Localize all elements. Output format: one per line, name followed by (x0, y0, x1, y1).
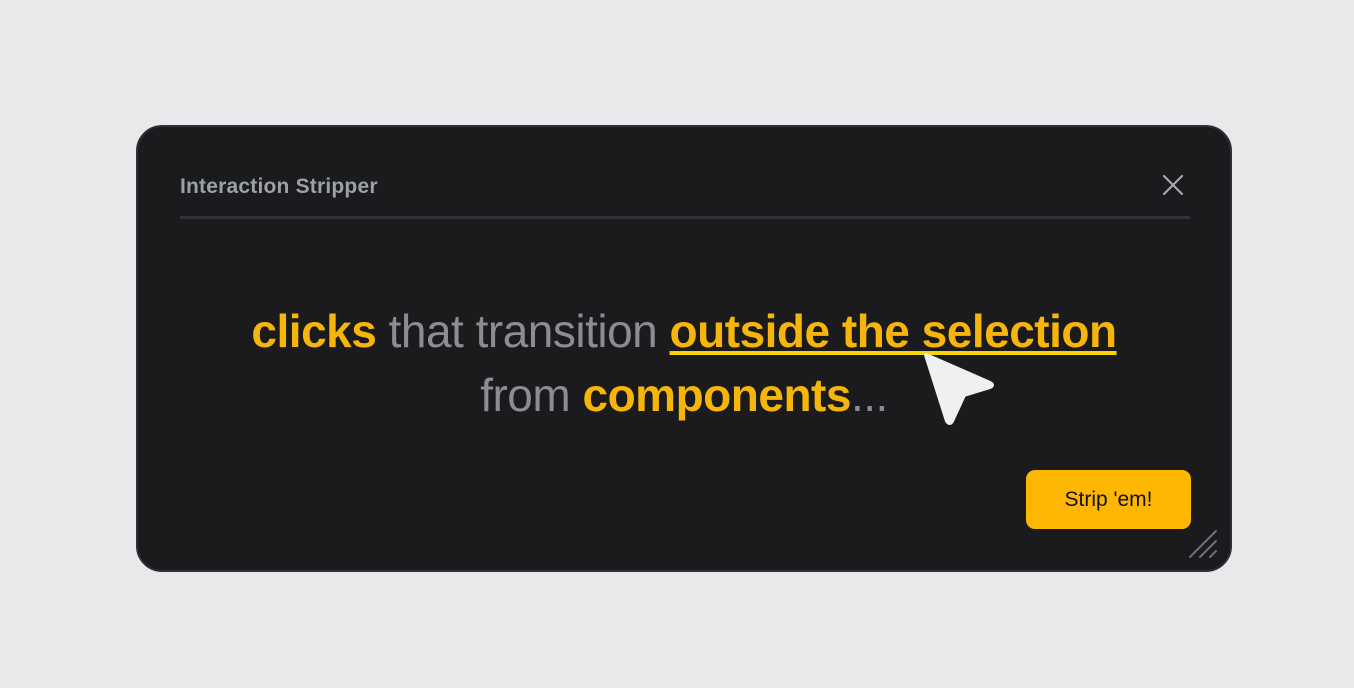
headline-phrase-outside-selection: outside the selection (669, 305, 1118, 357)
dialog-title: Interaction Stripper (180, 175, 378, 198)
strip-em-button[interactable]: Strip 'em! (1026, 470, 1191, 529)
headline-line-2: from components... (138, 363, 1230, 427)
resize-handle-icon[interactable] (1184, 525, 1222, 563)
headline-word-clicks: clicks (251, 305, 377, 357)
close-button[interactable] (1160, 172, 1186, 198)
headline-word-from: from (480, 369, 583, 421)
headline-line-1: clicks that transition outside the selec… (138, 299, 1230, 363)
mouse-pointer-icon (924, 353, 994, 425)
headline-ellipsis: ... (850, 369, 888, 421)
title-divider (180, 216, 1190, 219)
interaction-stripper-dialog: Interaction Stripper clicks that transit… (136, 125, 1232, 572)
headline: clicks that transition outside the selec… (138, 299, 1230, 427)
headline-word-components: components (582, 369, 851, 421)
close-icon (1162, 174, 1184, 196)
headline-phrase-that-transition: that transition (376, 305, 670, 357)
